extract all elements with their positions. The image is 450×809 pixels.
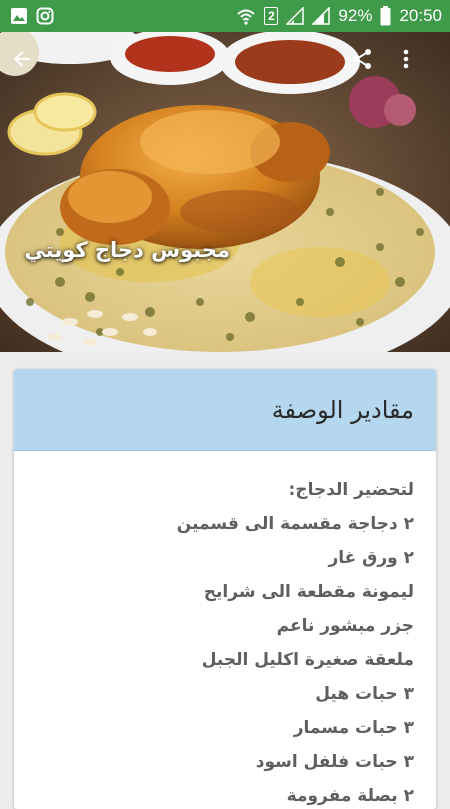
list-item: ٢ ورق غار: [328, 548, 414, 568]
share-button[interactable]: [350, 47, 390, 87]
wifi-icon: [236, 7, 256, 25]
battery-percent: 92%: [338, 6, 373, 25]
signal-icon: [286, 7, 305, 25]
back-button[interactable]: [10, 47, 50, 87]
list-item: ٢ دجاجة مقسمة الى قسمين: [176, 514, 414, 534]
ingredients-card: مقادير الوصفة لتحضير الدجاج: ٢ دجاجة مقس…: [14, 369, 436, 809]
card-header: مقادير الوصفة: [14, 369, 436, 451]
status-right-icons: 2 92% 20:50: [236, 6, 442, 26]
ingredients-list: لتحضير الدجاج: ٢ دجاجة مقسمة الى قسمين ٢…: [14, 451, 436, 809]
instagram-icon: [36, 7, 54, 25]
signal-icon: [312, 7, 331, 25]
more-options-button[interactable]: [402, 47, 442, 87]
status-left-icons: [10, 7, 54, 25]
share-icon: [353, 49, 371, 69]
list-item: لتحضير الدجاج:: [288, 480, 414, 500]
battery-icon: [380, 6, 391, 26]
more-vert-icon: [403, 49, 409, 69]
status-bar: 2 92% 20:50: [0, 0, 450, 32]
list-item: ٣ حبات هيل: [315, 684, 414, 704]
back-arrow-icon: [14, 51, 30, 67]
list-item: ليمونة مقطعة الى شرايح: [203, 582, 414, 602]
card-title: مقادير الوصفة: [271, 395, 414, 424]
list-item: جزر مبشور ناعم: [276, 616, 414, 636]
list-item: ٢ بصلة مفرومة: [286, 786, 414, 806]
list-item: ٣ حبات فلفل اسود: [255, 752, 414, 772]
recipe-title: مجبوس دجاج كويتي: [24, 238, 231, 262]
clock: 20:50: [399, 6, 442, 25]
recipe-hero: مجبوس دجاج كويتي: [0, 32, 450, 352]
list-item: ملعقة صغيرة اكليل الجبل: [201, 650, 414, 670]
sim-2-icon: 2: [264, 7, 279, 25]
list-item: ٣ حبات مسمار: [293, 718, 414, 738]
gallery-icon: [10, 7, 28, 25]
